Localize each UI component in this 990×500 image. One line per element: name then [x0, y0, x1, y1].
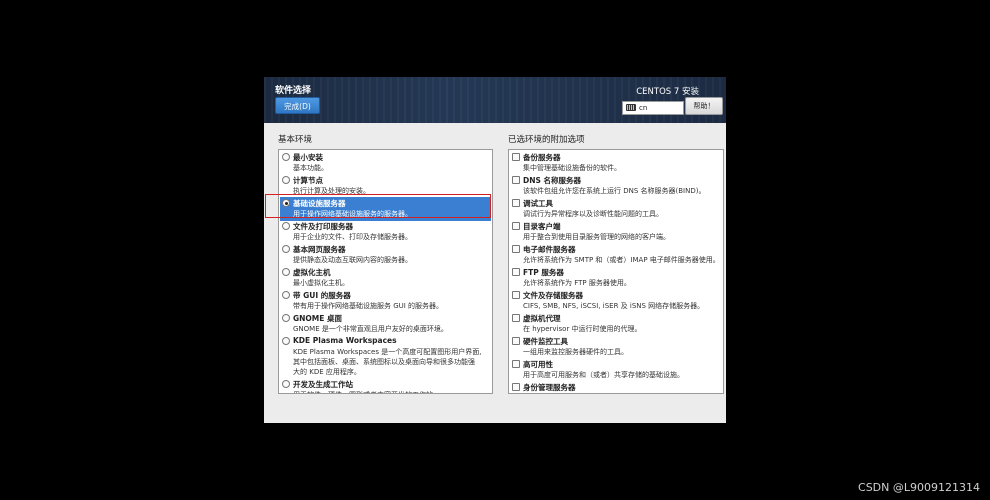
checkbox[interactable]: [512, 360, 520, 368]
option-title: 硬件监控工具: [523, 337, 568, 346]
radio-button[interactable]: [282, 245, 290, 253]
option-description: 允许将系统作为 FTP 服务器使用。: [523, 279, 631, 287]
option-description: 允许将系统作为 SMTP 和（或者）IMAP 电子邮件服务器使用。: [523, 256, 720, 264]
option-title: KDE Plasma Workspaces: [293, 336, 397, 345]
option-description: 用于软件、硬件、图形或者内容开发的工作站。: [293, 390, 440, 393]
addon-option[interactable]: 目录客户端用于整合到使用目录服务管理的网络的客户端。: [509, 221, 723, 244]
radio-button[interactable]: [282, 153, 290, 161]
addon-option[interactable]: FTP 服务器允许将系统作为 FTP 服务器使用。: [509, 267, 723, 290]
addon-option[interactable]: 电子邮件服务器允许将系统作为 SMTP 和（或者）IMAP 电子邮件服务器使用。: [509, 244, 723, 267]
addons-heading: 已选环境的附加选项: [508, 135, 585, 145]
checkbox[interactable]: [512, 291, 520, 299]
option-title: 调试工具: [523, 199, 553, 208]
environment-option[interactable]: 虚拟化主机最小虚拟化主机。: [279, 267, 492, 290]
addons-list[interactable]: 备份服务器 集中管理基础设施备份的软件。 DNS 名称服务器 该软件包组允许您在系统上…: [508, 149, 724, 394]
environment-option[interactable]: 开发及生成工作站用于软件、硬件、图形或者内容开发的工作站。: [279, 379, 492, 393]
addon-option[interactable]: 文件及存储服务器 CIFS, SMB, NFS, iSCSI, iSER 及 iS…: [509, 290, 723, 313]
option-description: GNOME 是一个非常直观且用户友好的桌面环境。: [293, 325, 448, 333]
addon-option[interactable]: DNS 名称服务器该软件包组允许您在系统上运行 DNS 名称服务器(BIND)。: [509, 175, 723, 198]
option-title: GNOME 桌面: [293, 314, 343, 323]
page-title: 软件选择: [275, 86, 312, 96]
radio-button[interactable]: [282, 314, 290, 322]
addon-option[interactable]: 身份管理服务器: [509, 382, 723, 393]
addon-option[interactable]: 高可用性用于高度可用服务和（或者）共享存储的基础设施。: [509, 359, 723, 382]
option-title: 身份管理服务器: [523, 383, 576, 392]
option-description: 基本功能。: [293, 164, 328, 172]
option-description: 一组用来监控服务器硬件的工具。: [523, 348, 628, 356]
option-title: 最小安装: [293, 153, 323, 162]
checkbox[interactable]: [512, 153, 520, 161]
option-title: 文件及打印服务器: [293, 222, 353, 231]
option-description: 其中包括面板、桌面、系统图标以及桌面向导和很多功能强: [293, 358, 475, 366]
keyboard-layout-label: cn: [639, 104, 648, 112]
environment-option[interactable]: 带 GUI 的服务器带有用于操作网络基础设施服务 GUI 的服务器。: [279, 290, 492, 313]
checkbox[interactable]: [512, 383, 520, 391]
option-title: 虚拟化主机: [293, 268, 331, 277]
option-title: FTP 服务器: [523, 268, 564, 277]
done-button[interactable]: 完成(D): [275, 97, 320, 114]
option-description: 用于高度可用服务和（或者）共享存储的基础设施。: [523, 371, 684, 379]
watermark: CSDN @L9009121314: [858, 481, 980, 494]
checkbox[interactable]: [512, 337, 520, 345]
addon-option[interactable]: 备份服务器集中管理基础设施备份的软件。: [509, 152, 723, 175]
addon-option[interactable]: 硬件监控工具一组用来监控服务器硬件的工具。: [509, 336, 723, 359]
option-description: 用于整合到使用目录服务管理的网络的客户端。: [523, 233, 670, 241]
option-title: 计算节点: [293, 176, 323, 185]
option-description: 大的 KDE 应用程序。: [293, 368, 361, 376]
addon-option[interactable]: 虚拟机代理在 hypervisor 中运行时使用的代理。: [509, 313, 723, 336]
radio-button[interactable]: [282, 291, 290, 299]
option-title: 开发及生成工作站: [293, 380, 353, 389]
checkbox[interactable]: [512, 268, 520, 276]
option-title: 电子邮件服务器: [523, 245, 576, 254]
base-environment-list[interactable]: 最小安装 基本功能。 计算节点 执行计算及处理的安装。 基础设施服务器 用于操作网络基础设…: [278, 149, 493, 394]
option-description: 在 hypervisor 中运行时使用的代理。: [523, 325, 642, 333]
radio-button[interactable]: [282, 337, 290, 345]
keyboard-layout-indicator[interactable]: cn: [622, 101, 684, 115]
base-environment-heading: 基本环境: [278, 135, 313, 145]
radio-button[interactable]: [282, 268, 290, 276]
option-title: 高可用性: [523, 360, 553, 369]
option-description: 该软件包组允许您在系统上运行 DNS 名称服务器(BIND)。: [523, 187, 706, 195]
option-title: 虚拟机代理: [523, 314, 561, 323]
product-title: CENTOS 7 安装: [636, 87, 699, 97]
selection-annotation-box: [265, 194, 491, 218]
environment-option[interactable]: 基本网页服务器提供静态及动态互联网内容的服务器。: [279, 244, 492, 267]
option-description: 提供静态及动态互联网内容的服务器。: [293, 256, 412, 264]
checkbox[interactable]: [512, 199, 520, 207]
option-title: 备份服务器: [523, 153, 561, 162]
checkbox[interactable]: [512, 314, 520, 322]
option-description: 调试行为异常程序以及诊断性能问题的工具。: [523, 210, 663, 218]
checkbox[interactable]: [512, 176, 520, 184]
option-title: 带 GUI 的服务器: [293, 291, 351, 300]
radio-button[interactable]: [282, 176, 290, 184]
option-description: CIFS, SMB, NFS, iSCSI, iSER 及 iSNS 网络存储服…: [523, 302, 705, 310]
option-title: 目录客户端: [523, 222, 561, 231]
option-title: DNS 名称服务器: [523, 176, 582, 185]
environment-option[interactable]: 文件及打印服务器用于企业的文件、打印及存储服务器。: [279, 221, 492, 244]
option-title: 基本网页服务器: [293, 245, 346, 254]
option-description: 最小虚拟化主机。: [293, 279, 349, 287]
radio-button[interactable]: [282, 380, 290, 388]
radio-button[interactable]: [282, 222, 290, 230]
addon-option[interactable]: 调试工具调试行为异常程序以及诊断性能问题的工具。: [509, 198, 723, 221]
option-description: 集中管理基础设施备份的软件。: [523, 164, 621, 172]
option-title: 文件及存储服务器: [523, 291, 583, 300]
keyboard-icon: [626, 103, 636, 111]
help-button[interactable]: 帮助！: [685, 97, 723, 115]
environment-option[interactable]: GNOME 桌面 GNOME 是一个非常直观且用户友好的桌面环境。: [279, 313, 492, 336]
environment-option[interactable]: KDE Plasma Workspaces KDE Plasma Workspac…: [279, 336, 492, 379]
header-bar: 软件选择 完成(D) CENTOS 7 安装 cn 帮助！: [264, 77, 726, 123]
option-description: KDE Plasma Workspaces 是一个高度可配置图形用户界面,: [293, 348, 482, 356]
environment-option[interactable]: 最小安装 基本功能。: [279, 152, 492, 175]
option-description: 用于企业的文件、打印及存储服务器。: [293, 233, 412, 241]
checkbox[interactable]: [512, 222, 520, 230]
option-description: 带有用于操作网络基础设施服务 GUI 的服务器。: [293, 302, 444, 310]
checkbox[interactable]: [512, 245, 520, 253]
